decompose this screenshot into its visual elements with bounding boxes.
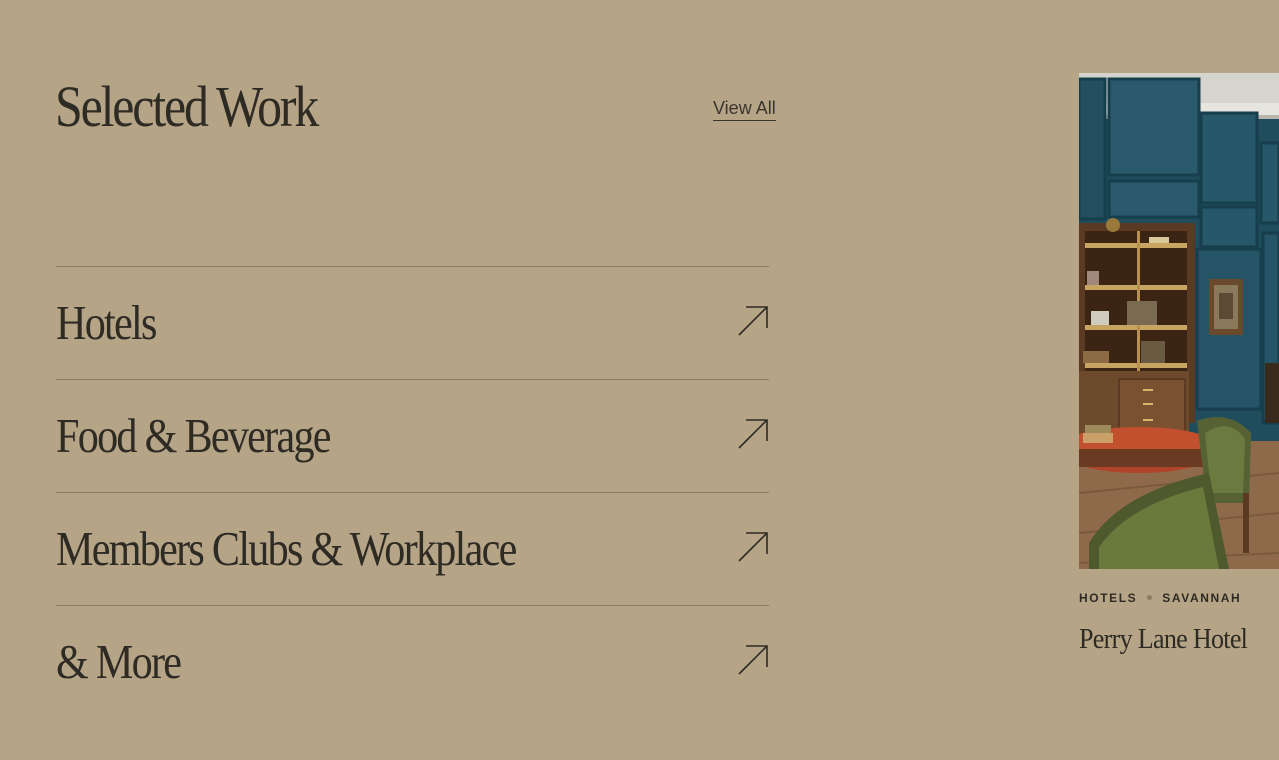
arrow-up-right-icon bbox=[738, 532, 768, 562]
category-row-more[interactable]: & More bbox=[56, 606, 769, 718]
tag-category: HOTELS bbox=[1079, 591, 1138, 605]
section-title: Selected Work bbox=[55, 74, 319, 139]
category-label: & More bbox=[56, 634, 182, 689]
arrow-up-right-icon bbox=[738, 645, 768, 675]
category-row-hotels[interactable]: Hotels bbox=[56, 267, 769, 380]
category-row-members-clubs-workplace[interactable]: Members Clubs & Workplace bbox=[56, 493, 769, 606]
category-label: Hotels bbox=[56, 295, 157, 350]
arrow-up-right-icon bbox=[738, 419, 768, 449]
category-list: Hotels Food & Beverage Members Clubs & W… bbox=[56, 266, 769, 718]
arrow-up-right-icon bbox=[738, 306, 768, 336]
category-label: Members Clubs & Workplace bbox=[56, 521, 517, 576]
project-image bbox=[1079, 73, 1279, 569]
featured-project-card[interactable]: HOTELS SAVANNAH Perry Lane Hotel bbox=[1079, 73, 1279, 673]
tag-separator-dot bbox=[1147, 595, 1153, 601]
view-all-link[interactable]: View All bbox=[713, 96, 776, 121]
project-tags: HOTELS SAVANNAH bbox=[1079, 591, 1241, 605]
category-label: Food & Beverage bbox=[56, 408, 332, 463]
hotel-interior-illustration bbox=[1079, 73, 1279, 569]
category-row-food-beverage[interactable]: Food & Beverage bbox=[56, 380, 769, 493]
project-title: Perry Lane Hotel bbox=[1079, 623, 1248, 655]
tag-location: SAVANNAH bbox=[1162, 591, 1242, 605]
